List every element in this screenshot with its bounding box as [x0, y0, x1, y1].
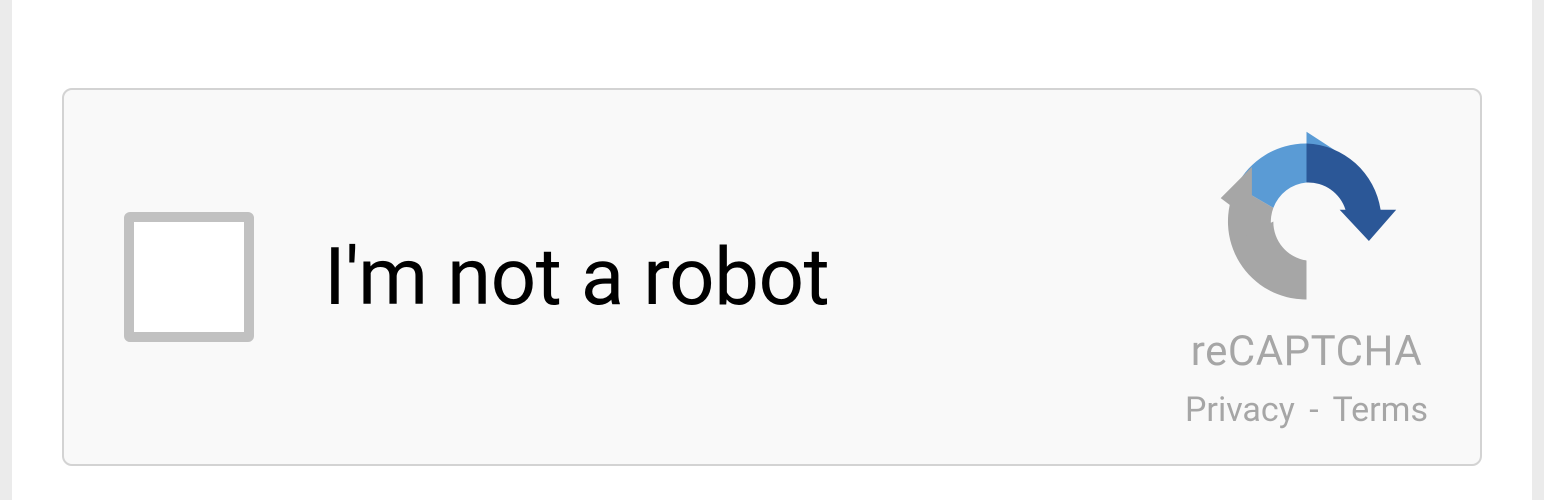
recaptcha-widget: I'm not a robot reCAPTCHA [62, 88, 1482, 466]
page-container: I'm not a robot reCAPTCHA [12, 0, 1532, 500]
recaptcha-label: I'm not a robot [324, 230, 1185, 324]
recaptcha-logo-icon [1209, 124, 1404, 319]
recaptcha-checkbox[interactable] [124, 212, 254, 342]
recaptcha-branding: reCAPTCHA Privacy - Terms [1185, 124, 1428, 430]
terms-link[interactable]: Terms [1332, 390, 1428, 430]
privacy-link[interactable]: Privacy [1185, 390, 1295, 430]
link-separator: - [1309, 390, 1318, 430]
recaptcha-brand-name: reCAPTCHA [1191, 327, 1422, 376]
recaptcha-links: Privacy - Terms [1185, 390, 1428, 430]
